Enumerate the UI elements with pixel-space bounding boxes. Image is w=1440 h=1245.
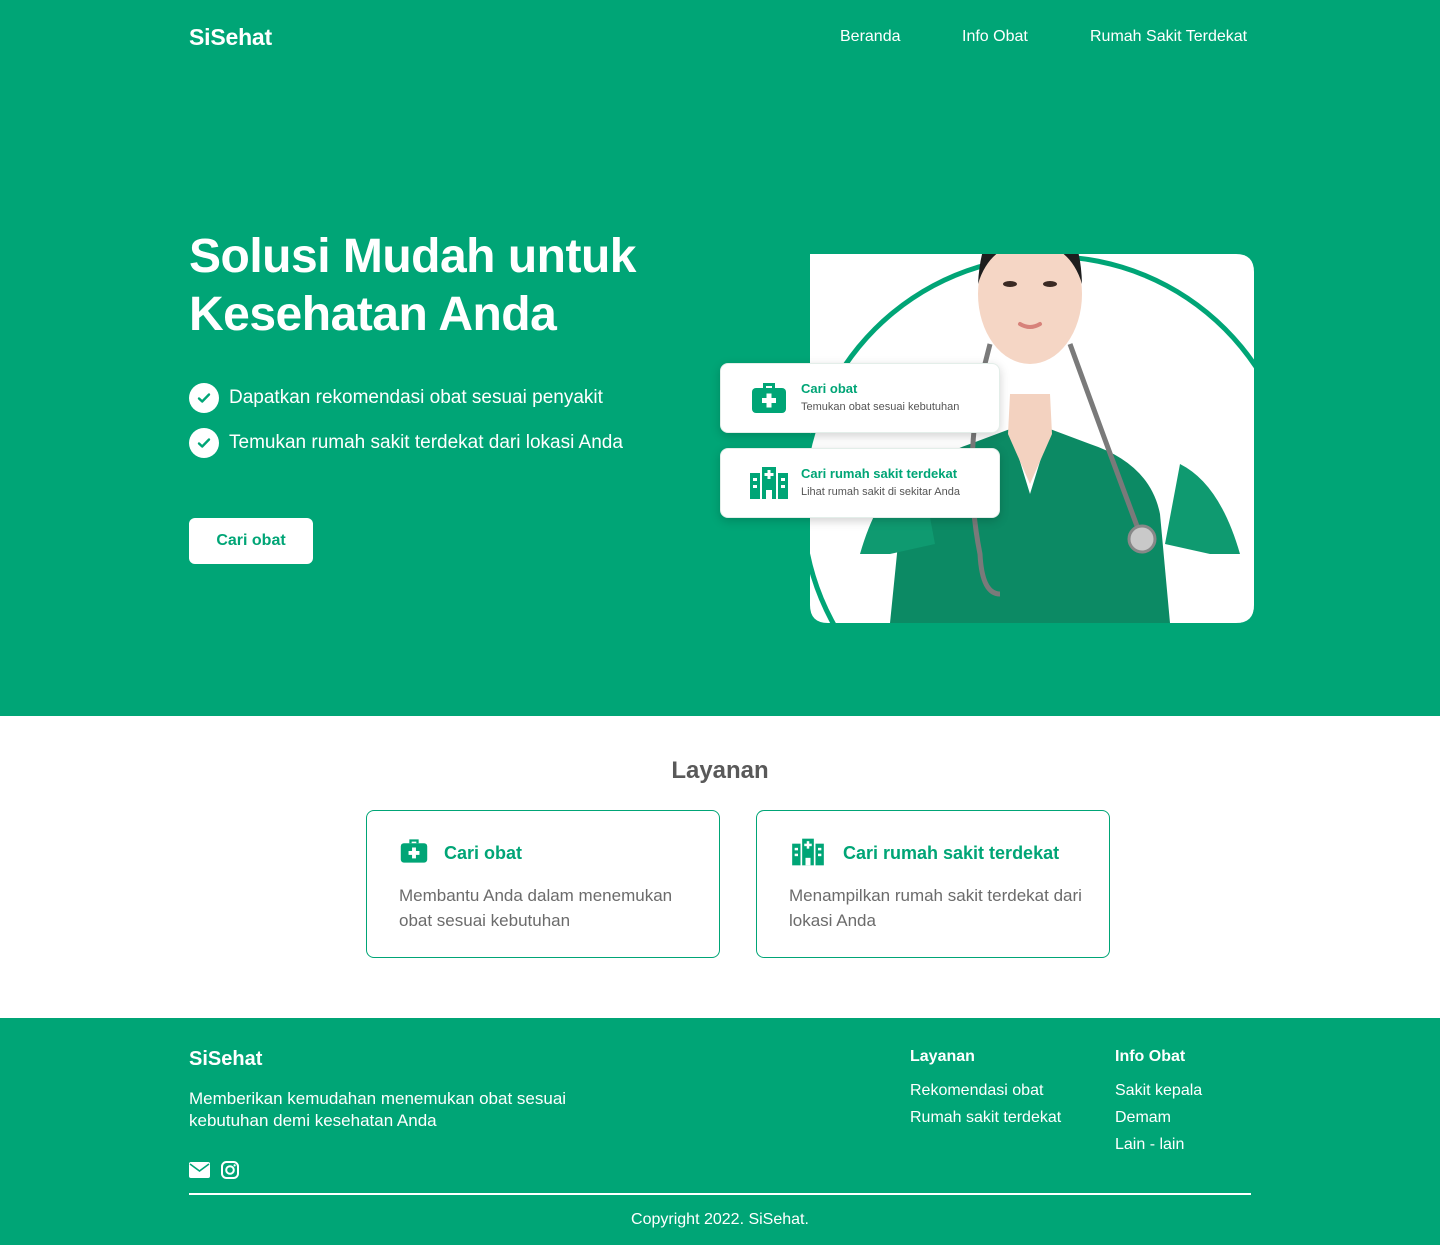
service-card-cari-obat[interactable]: Cari obat Membantu Anda dalam menemukan … [366,810,720,958]
hospital-icon [750,467,788,499]
hero-card-subtitle: Lihat rumah sakit di sekitar Anda [801,486,960,498]
footer-link[interactable]: Demam [1115,1109,1171,1127]
instagram-icon[interactable] [221,1161,239,1179]
footer-description: Memberikan kemudahan menemukan obat sesu… [189,1089,567,1130]
hero-card-title: Cari obat [801,381,858,396]
footer-divider [189,1193,1251,1195]
service-card-rumah-sakit[interactable]: Cari rumah sakit terdekat Menampilkan ru… [756,810,1110,958]
copyright-text: Copyright 2022. SiSehat. [631,1211,809,1228]
service-card-desc: Menampilkan rumah sakit terdekat dari lo… [789,886,1082,930]
service-card-title: Cari obat [444,843,523,863]
feature-item: Dapatkan rekomendasi obat sesuai penyaki… [189,383,603,413]
feature-text: Dapatkan rekomendasi obat sesuai penyaki… [229,387,603,408]
hero-card-rumah-sakit[interactable]: Cari rumah sakit terdekat Lihat rumah sa… [720,448,1000,518]
hero-title: Solusi Mudah untuk Kesehatan Anda [189,228,636,344]
medkit-icon [752,383,786,413]
nav-rumah-sakit[interactable]: Rumah Sakit Terdekat [1090,28,1247,46]
service-card-title: Cari rumah sakit terdekat [843,843,1060,863]
hero-card-title: Cari rumah sakit terdekat [801,466,958,481]
hero-title-line2: Kesehatan Anda [189,288,557,341]
hero-title-line1: Solusi Mudah untuk [189,230,636,283]
hero-card-subtitle: Temukan obat sesuai kebutuhan [801,401,960,413]
footer-link[interactable]: Rekomendasi obat [910,1082,1043,1100]
check-icon [189,428,219,458]
footer-brand[interactable]: SiSehat [189,1048,262,1071]
hero-card-cari-obat[interactable]: Cari obat Temukan obat sesuai kebutuhan [720,363,1000,433]
service-card-desc: Membantu Anda dalam menemukan obat sesua… [399,886,673,930]
footer-col-info-obat: Info Obat [1115,1048,1186,1065]
footer-link[interactable]: Sakit kepala [1115,1082,1202,1100]
medkit-icon [400,839,428,863]
feature-item: Temukan rumah sakit terdekat dari lokasi… [189,428,623,458]
services-title: Layanan [671,757,769,784]
hospital-icon [792,838,824,866]
footer-link[interactable]: Rumah sakit terdekat [910,1109,1061,1127]
brand-logo[interactable]: SiSehat [189,24,272,51]
mail-icon[interactable] [189,1162,210,1178]
nav-info-obat[interactable]: Info Obat [962,28,1028,46]
cari-obat-button[interactable]: Cari obat [189,518,313,564]
doctor-photo [810,254,1254,623]
nav-beranda[interactable]: Beranda [840,28,901,46]
feature-text: Temukan rumah sakit terdekat dari lokasi… [229,432,623,453]
hero-section: SiSehat Beranda Info Obat Rumah Sakit Te… [0,0,1440,716]
footer-col-layanan: Layanan [910,1048,975,1065]
check-icon [189,383,219,413]
footer-link[interactable]: Lain - lain [1115,1136,1184,1154]
footer: SiSehat Memberikan kemudahan menemukan o… [0,1018,1440,1245]
